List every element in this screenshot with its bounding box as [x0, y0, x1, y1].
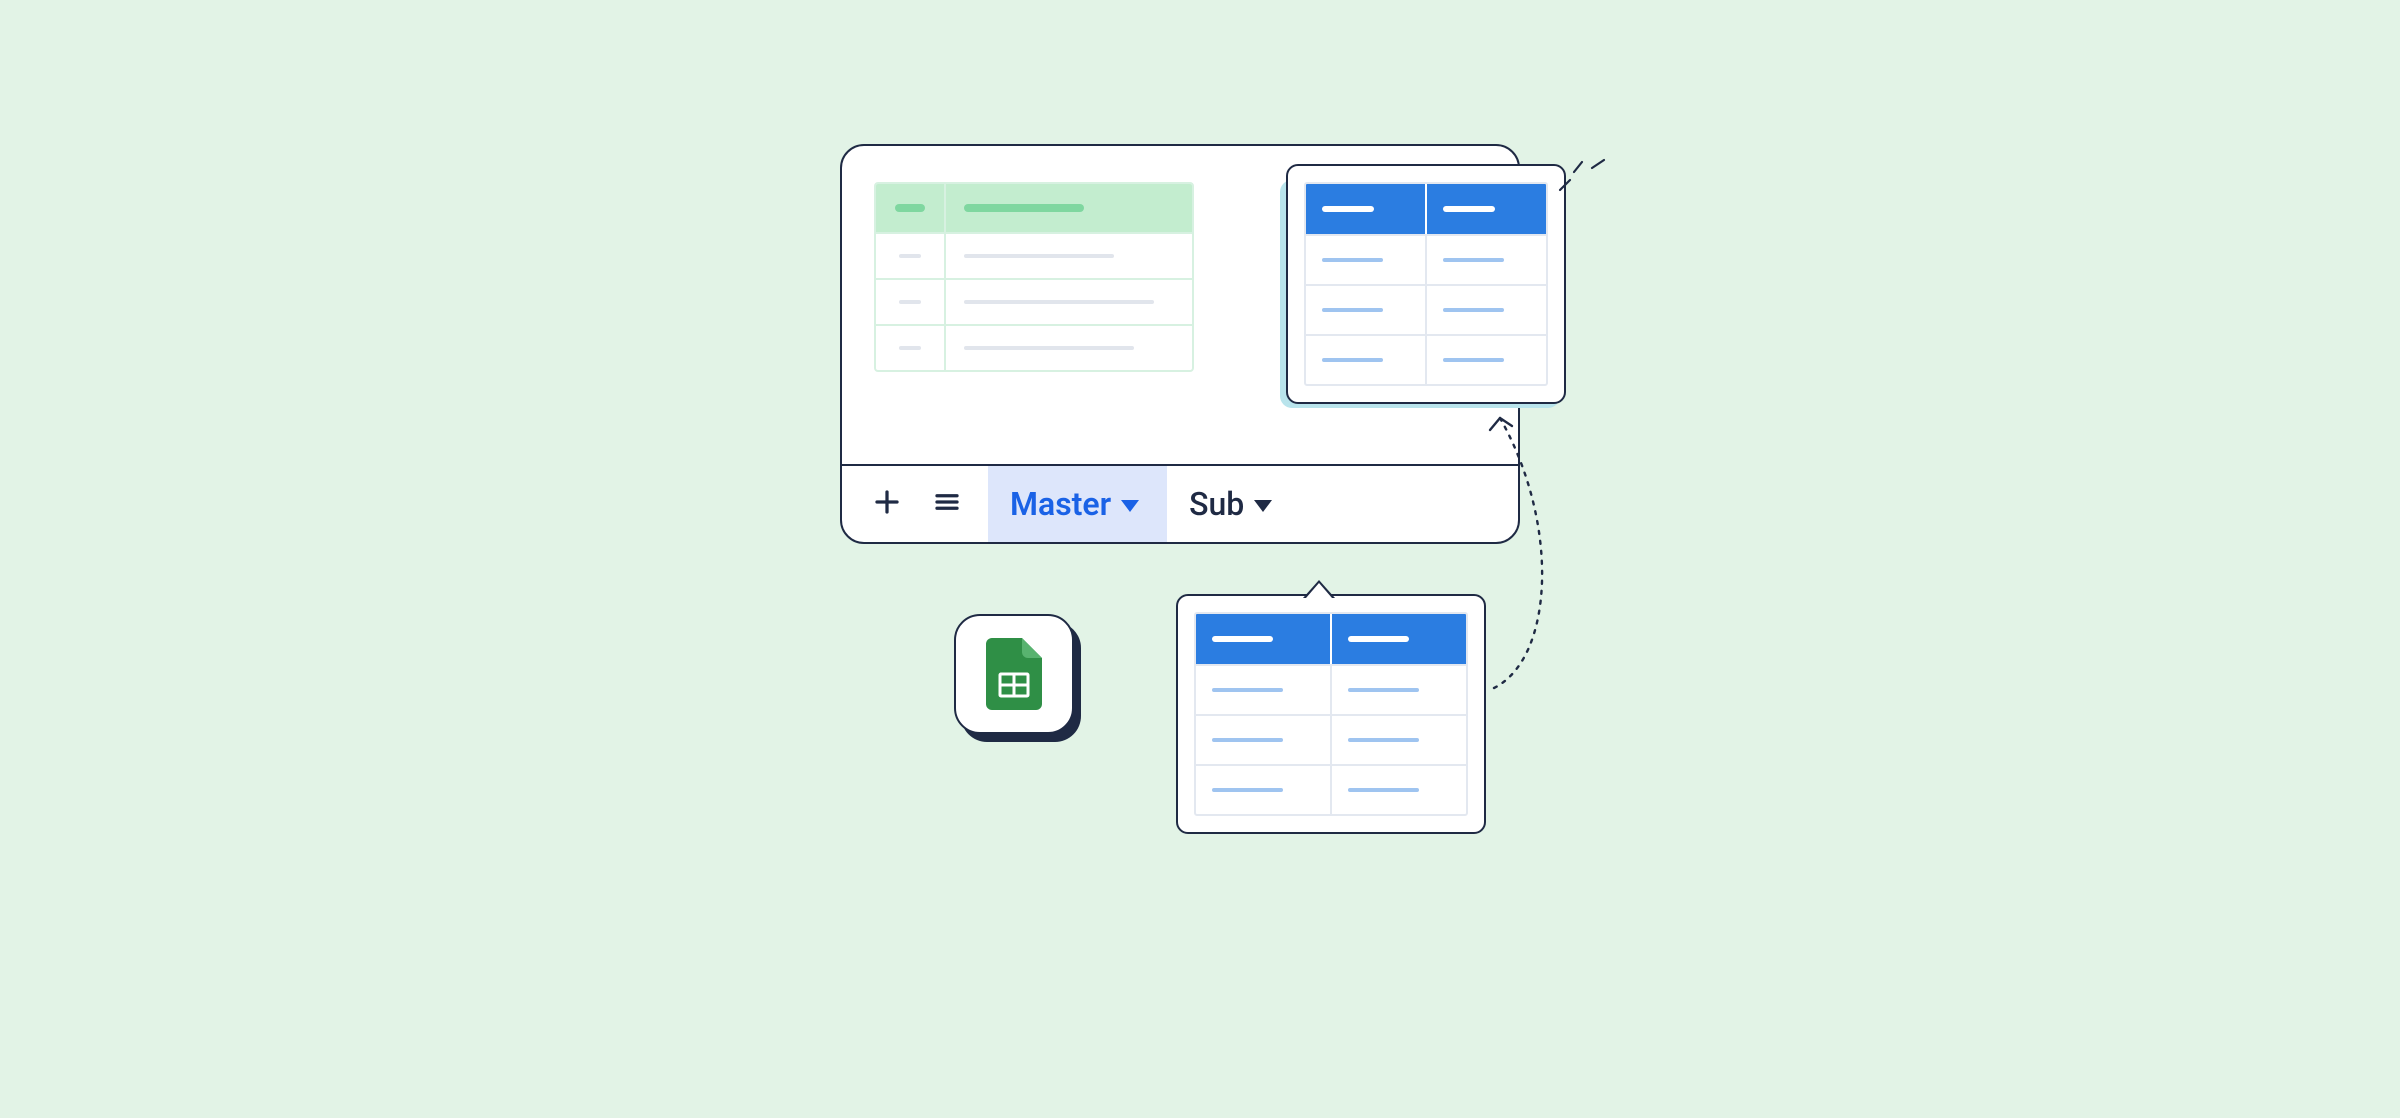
- diagram-stage: Master Sub: [780, 134, 1620, 984]
- popup-arrow-icon: [1303, 580, 1335, 598]
- add-sheet-button[interactable]: [872, 487, 902, 521]
- master-sheet-table: [874, 182, 1194, 372]
- sheet-tab-sub[interactable]: Sub: [1167, 466, 1300, 542]
- google-sheets-icon: [954, 614, 1074, 734]
- sub-table-popup: [1176, 594, 1486, 834]
- tab-label: Master: [1010, 485, 1111, 523]
- tab-label: Sub: [1189, 485, 1244, 523]
- caret-down-icon: [1121, 500, 1139, 512]
- sheet-tab-master[interactable]: Master: [988, 466, 1167, 542]
- all-sheets-button[interactable]: [932, 487, 962, 521]
- caret-down-icon: [1254, 500, 1272, 512]
- sheet-tabs-bar: Master Sub: [842, 464, 1518, 542]
- sparkle-accent-icon: [1554, 150, 1614, 200]
- sub-table-floating: [1286, 164, 1566, 404]
